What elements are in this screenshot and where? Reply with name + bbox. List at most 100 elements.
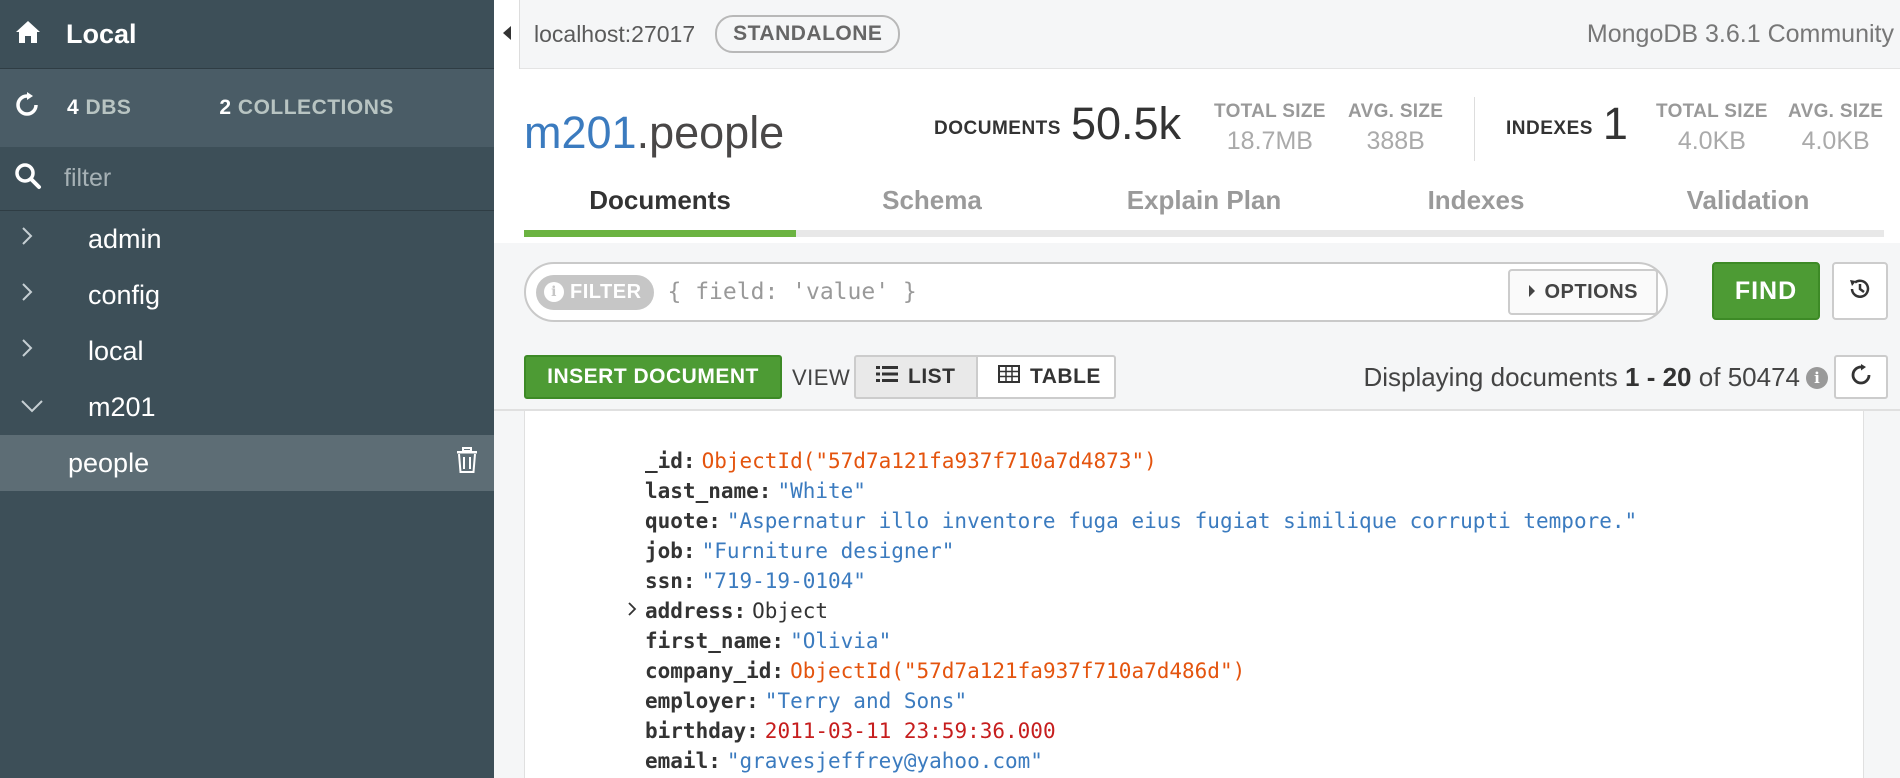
document-field: ssn: "719-19-0104"	[645, 569, 866, 593]
database-list: admin config local m201 people	[0, 211, 494, 491]
sidebar-filter	[0, 147, 494, 211]
dbs-label: DBS	[85, 96, 132, 119]
chevron-right-icon[interactable]	[20, 338, 44, 364]
doc-avg-size-value: 388B	[1366, 127, 1425, 155]
display-of: of	[1698, 362, 1721, 392]
query-history-button[interactable]	[1832, 262, 1888, 320]
info-icon: i	[544, 282, 564, 302]
collection-title: m201.people	[524, 107, 784, 159]
field-value: "Furniture designer"	[701, 539, 955, 563]
field-key: first_name:	[645, 629, 785, 653]
idx-avg-size: AVG. SIZE 4.0KB	[1788, 101, 1883, 156]
field-key: birthday:	[645, 719, 759, 743]
options-label: OPTIONS	[1544, 280, 1638, 303]
find-button[interactable]: FIND	[1712, 262, 1820, 320]
db-name: config	[88, 279, 161, 310]
tab-schema[interactable]: Schema	[796, 177, 1068, 230]
field-value: ObjectId("57d7a121fa937f710a7d486d")	[790, 659, 1246, 683]
chevron-right-icon[interactable]	[20, 226, 44, 252]
document-field: company_id: ObjectId("57d7a121fa937f710a7…	[645, 659, 1245, 683]
field-value: "gravesjeffrey@yahoo.com"	[726, 749, 1043, 773]
query-filter-input[interactable]	[667, 279, 1509, 305]
refresh-documents-button[interactable]	[1834, 355, 1888, 399]
list-view-button[interactable]: LIST	[854, 355, 978, 399]
sidebar-item-local[interactable]: local	[0, 323, 494, 379]
collections-count: 2	[219, 96, 232, 119]
refresh-icon	[1850, 363, 1872, 391]
stats-divider	[1474, 97, 1475, 161]
list-label: LIST	[908, 365, 956, 388]
idx-total-size-label: TOTAL SIZE	[1656, 101, 1768, 122]
table-view-button[interactable]: TABLE	[976, 355, 1116, 399]
document-field: employer: "Terry and Sons"	[645, 689, 967, 713]
indexes-value: 1	[1602, 98, 1628, 149]
options-button[interactable]: OPTIONS	[1508, 269, 1658, 315]
field-value: "Olivia"	[790, 629, 892, 653]
idx-total-size: TOTAL SIZE 4.0KB	[1656, 101, 1768, 156]
filter-pill: i FILTER	[536, 274, 654, 310]
expand-object-icon[interactable]	[627, 601, 637, 620]
sidebar: Local 4 DBS 2 COLLECTIONS admin config l…	[0, 0, 494, 778]
doc-avg-size-label: AVG. SIZE	[1348, 101, 1444, 122]
tab-documents[interactable]: Documents	[524, 177, 796, 237]
table-icon	[998, 365, 1030, 389]
sidebar-item-admin[interactable]: admin	[0, 211, 494, 267]
search-icon	[14, 162, 42, 195]
idx-avg-size-value: 4.0KB	[1801, 127, 1870, 155]
trash-icon[interactable]	[456, 446, 478, 480]
collections-label: COLLECTIONS	[237, 96, 394, 119]
document-field: job: "Furniture designer"	[645, 539, 954, 563]
documents-stat: DOCUMENTS 50.5k	[934, 101, 1181, 148]
table-label: TABLE	[1030, 365, 1101, 388]
sidebar-header[interactable]: Local	[0, 0, 494, 69]
host-label: localhost:27017	[534, 20, 696, 47]
collapse-sidebar-button[interactable]	[494, 0, 520, 69]
chevron-down-icon[interactable]	[20, 396, 44, 419]
chevron-right-icon[interactable]	[20, 282, 44, 308]
collection-name: .people	[636, 107, 785, 158]
indexes-label: INDEXES	[1506, 118, 1593, 139]
tab-validation[interactable]: Validation	[1612, 177, 1884, 230]
field-value: "White"	[777, 479, 866, 503]
filter-box: i FILTER OPTIONS	[524, 262, 1668, 322]
doc-total-size-value: 18.7MB	[1226, 127, 1313, 155]
db-name: local	[88, 335, 144, 366]
caret-right-icon	[1528, 284, 1536, 300]
home-icon[interactable]	[14, 19, 42, 50]
sidebar-item-config[interactable]: config	[0, 267, 494, 323]
doc-total-size-label: TOTAL SIZE	[1214, 101, 1326, 122]
field-key: email:	[645, 749, 721, 773]
field-value: ObjectId("57d7a121fa937f710a7d4873")	[701, 449, 1157, 473]
field-value: "Aspernatur illo inventore fuga eius fug…	[726, 509, 1638, 533]
main-panel: localhost:27017 STANDALONE MongoDB 3.6.1…	[494, 0, 1900, 778]
filter-label: FILTER	[570, 280, 642, 303]
field-key: last_name:	[645, 479, 772, 503]
document-field: last_name: "White"	[645, 479, 866, 503]
display-range: 1 - 20	[1625, 362, 1692, 392]
field-key: company_id:	[645, 659, 785, 683]
field-value: 2011-03-11 23:59:36.000	[764, 719, 1056, 743]
field-key: address:	[645, 599, 747, 623]
documents-label: DOCUMENTS	[934, 118, 1061, 139]
sidebar-filter-input[interactable]	[64, 164, 444, 193]
document-field: birthday: 2011-03-11 23:59:36.000	[645, 719, 1056, 743]
tab-indexes[interactable]: Indexes	[1340, 177, 1612, 230]
refresh-icon[interactable]	[14, 92, 40, 124]
doc-total-size: TOTAL SIZE 18.7MB	[1214, 101, 1326, 156]
insert-document-button[interactable]: INSERT DOCUMENT	[524, 355, 782, 399]
document-card[interactable]: _id: ObjectId("57d7a121fa937f710a7d4873")…	[524, 411, 1864, 778]
sidebar-item-m201[interactable]: m201	[0, 379, 494, 435]
document-field: _id: ObjectId("57d7a121fa937f710a7d4873")	[645, 449, 1157, 473]
list-icon	[876, 365, 908, 389]
sidebar-item-people[interactable]: people	[0, 435, 494, 491]
collection-tabs: Documents Schema Explain Plan Indexes Va…	[524, 177, 1884, 237]
tab-explain-plan[interactable]: Explain Plan	[1068, 177, 1340, 230]
documents-value: 50.5k	[1070, 98, 1182, 149]
caret-left-icon	[502, 25, 512, 44]
sidebar-title: Local	[66, 18, 137, 49]
doc-avg-size: AVG. SIZE 388B	[1348, 101, 1443, 156]
info-icon[interactable]: i	[1806, 367, 1828, 389]
display-count: Displaying documents 1 - 20 of 50474	[1363, 362, 1800, 393]
documents-toolbar: INSERT DOCUMENT VIEW LIST TABLE Displayi…	[494, 343, 1900, 411]
query-bar: i FILTER OPTIONS FIND	[494, 243, 1900, 343]
